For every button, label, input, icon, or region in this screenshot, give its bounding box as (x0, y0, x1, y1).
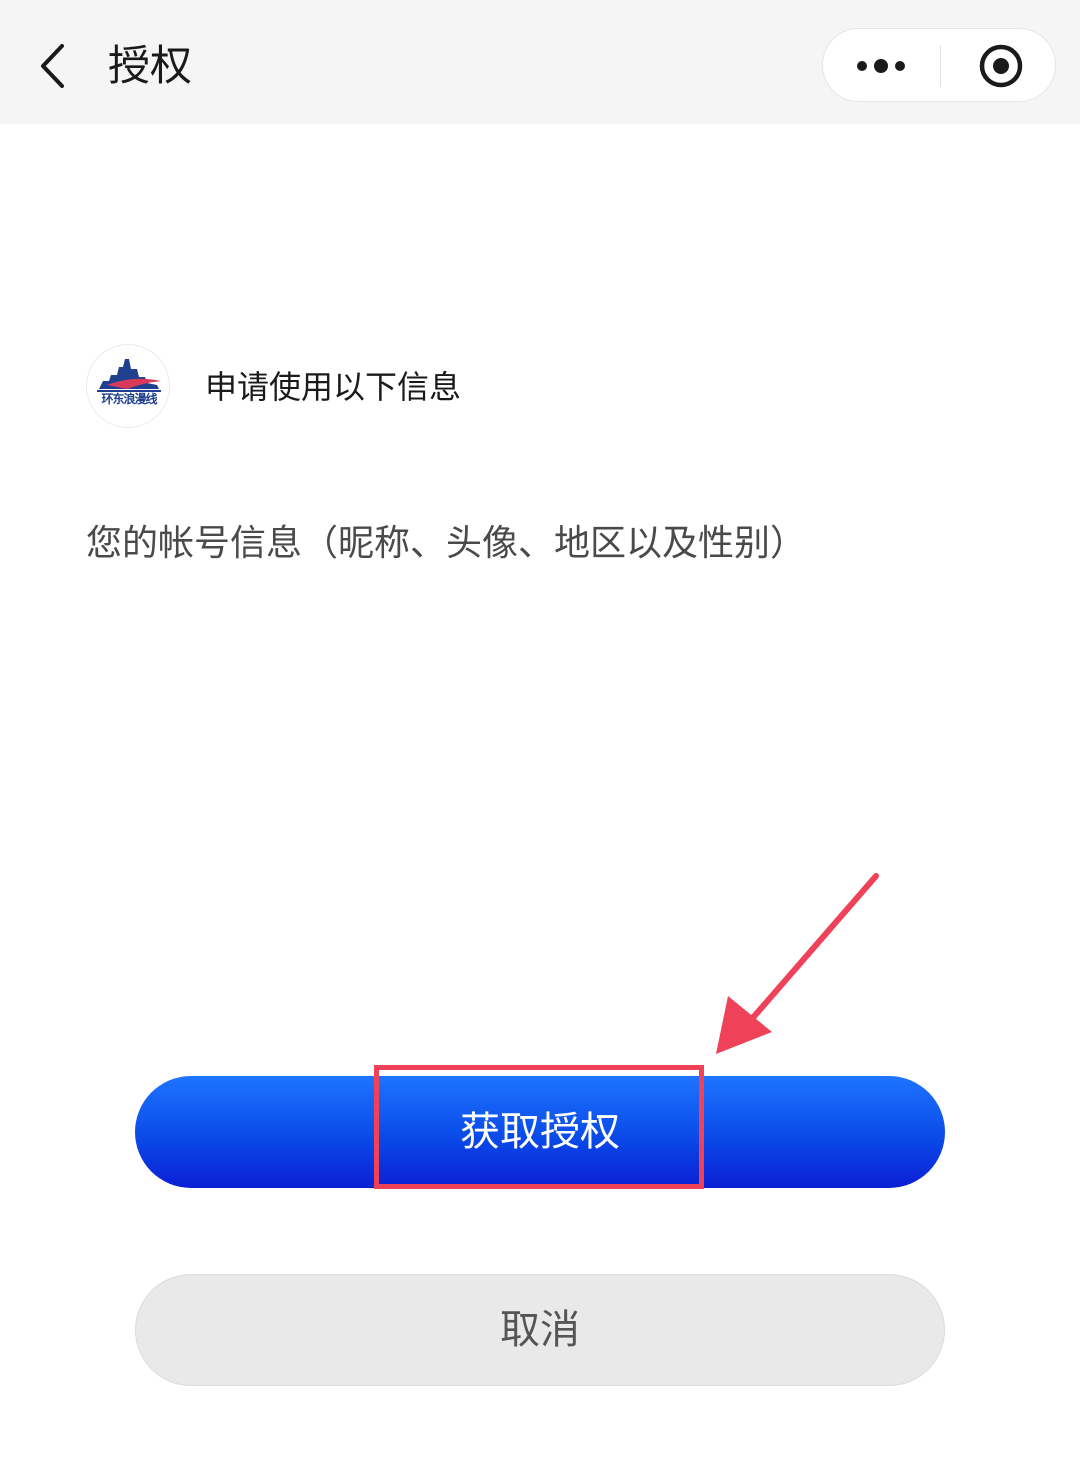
target-close-icon (979, 44, 1023, 88)
more-menu-button[interactable] (843, 41, 923, 91)
more-dots-icon (857, 59, 905, 73)
app-logo-text: 环东浪漫线 (101, 392, 157, 406)
cancel-button[interactable]: 取消 (135, 1274, 945, 1386)
annotation-arrow-icon (716, 873, 879, 1054)
skyline-logo-icon (97, 359, 161, 392)
page-title: 授权 (108, 41, 193, 90)
back-button[interactable] (30, 36, 82, 96)
mini-program-capsule (822, 28, 1056, 102)
close-mini-program-button[interactable] (971, 41, 1031, 91)
get-authorization-label: 获取授权 (460, 1109, 620, 1155)
chevron-left-icon (41, 44, 64, 88)
permission-info-text: 您的帐号信息（昵称、头像、地区以及性别） (86, 523, 807, 564)
capsule-divider (940, 45, 941, 87)
get-authorization-button[interactable]: 获取授权 (135, 1076, 945, 1188)
navigation-bar: 授权 (0, 0, 1080, 124)
cancel-label: 取消 (500, 1307, 580, 1353)
app-logo: 环东浪漫线 (86, 344, 170, 428)
request-title: 申请使用以下信息 (205, 368, 462, 406)
